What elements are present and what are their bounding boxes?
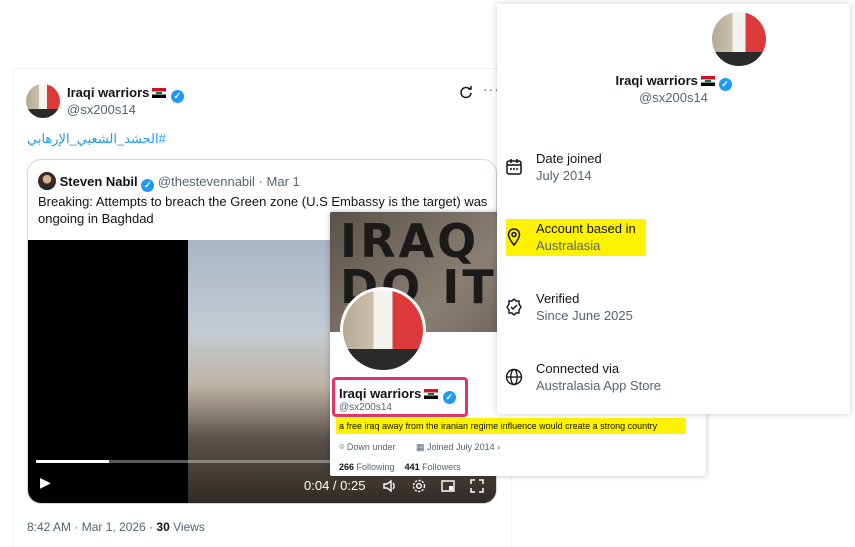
location-pin-icon bbox=[507, 228, 521, 246]
calendar-icon: ▦ bbox=[416, 442, 425, 452]
row-value: July 2014 bbox=[536, 168, 592, 183]
play-icon[interactable]: ▶ bbox=[40, 474, 51, 491]
iraq-flag-icon bbox=[700, 76, 715, 86]
verified-badge-icon bbox=[506, 298, 522, 316]
quote-author-name[interactable]: Steven Nabil bbox=[60, 174, 138, 189]
following-count[interactable]: 266 bbox=[339, 462, 354, 472]
author-handle[interactable]: @sx200s14 bbox=[67, 102, 136, 117]
row-label: Date joined bbox=[536, 151, 602, 166]
hover-bio: a free iraq away from the iranian regime… bbox=[336, 418, 686, 434]
chevron-right-icon: › bbox=[497, 442, 501, 452]
panel-name-text: Iraqi warriors bbox=[615, 73, 698, 88]
author-avatar[interactable] bbox=[26, 84, 60, 118]
verified-badge-icon: ✓ bbox=[170, 90, 184, 103]
volume-icon[interactable] bbox=[382, 478, 398, 494]
video-progress-fill bbox=[36, 460, 109, 463]
iraq-flag-icon bbox=[424, 389, 439, 399]
hashtag-link[interactable]: #الحشد_الشعبي_الإرهابي bbox=[27, 131, 166, 147]
settings-gear-icon[interactable] bbox=[411, 478, 427, 494]
views-count: 30 bbox=[156, 520, 170, 534]
iraq-flag-icon bbox=[152, 88, 167, 98]
hover-handle[interactable]: @sx200s14 bbox=[339, 402, 392, 413]
follow-stats: 266 Following 441 Followers bbox=[339, 462, 461, 472]
location-meta: ⌾ Down under bbox=[339, 442, 395, 453]
joined-meta: ▦ Joined July 2014 › bbox=[416, 442, 500, 453]
followers-label[interactable]: Followers bbox=[422, 462, 461, 472]
joined-text: Joined July 2014 bbox=[427, 442, 495, 452]
row-value: Australasia App Store bbox=[536, 378, 662, 393]
row-label: Account based in bbox=[536, 221, 636, 236]
fullscreen-icon[interactable] bbox=[469, 478, 485, 494]
row-label: Connected via bbox=[536, 361, 620, 376]
tweet-meta: 8:42 AM · Mar 1, 2026 · 30 Views bbox=[27, 520, 205, 534]
panel-name: Iraqi warriors ✓ bbox=[497, 73, 850, 91]
following-label[interactable]: Following bbox=[357, 462, 395, 472]
hover-avatar[interactable] bbox=[340, 287, 426, 373]
row-value: Australasia bbox=[536, 238, 601, 253]
row-label: Verified bbox=[536, 291, 580, 306]
quote-author-avatar[interactable] bbox=[38, 172, 56, 190]
quote-author-handle[interactable]: @thestevennabil bbox=[158, 174, 255, 189]
quote-date: · Mar 1 bbox=[258, 174, 300, 189]
location-text: Down under bbox=[346, 442, 396, 452]
refresh-icon[interactable] bbox=[459, 85, 473, 99]
quote-header: Steven Nabil ✓ @thestevennabil · Mar 1 bbox=[38, 172, 300, 192]
picture-in-picture-icon[interactable] bbox=[440, 478, 456, 494]
author-name[interactable]: Iraqi warriors bbox=[67, 85, 149, 100]
followers-count[interactable]: 441 bbox=[405, 462, 420, 472]
verified-badge-icon: ✓ bbox=[141, 179, 155, 192]
location-pin-icon: ⌾ bbox=[339, 442, 345, 452]
hover-name[interactable]: Iraqi warriors bbox=[339, 386, 421, 401]
views-label: Views bbox=[173, 520, 205, 534]
globe-icon bbox=[505, 368, 523, 386]
panel-avatar[interactable] bbox=[712, 12, 766, 66]
video-time: 0:04 / 0:25 bbox=[304, 478, 366, 493]
row-value: Since June 2025 bbox=[536, 308, 633, 323]
about-account-panel: Iraqi warriors ✓ @sx200s14 Date joined J… bbox=[497, 4, 850, 414]
tweet-timestamp[interactable]: 8:42 AM · Mar 1, 2026 · bbox=[27, 520, 153, 534]
author-info: Iraqi warriors ✓ bbox=[67, 84, 184, 103]
verified-badge-icon: ✓ bbox=[442, 391, 456, 404]
panel-handle: @sx200s14 bbox=[639, 90, 708, 105]
calendar-icon bbox=[506, 159, 522, 175]
